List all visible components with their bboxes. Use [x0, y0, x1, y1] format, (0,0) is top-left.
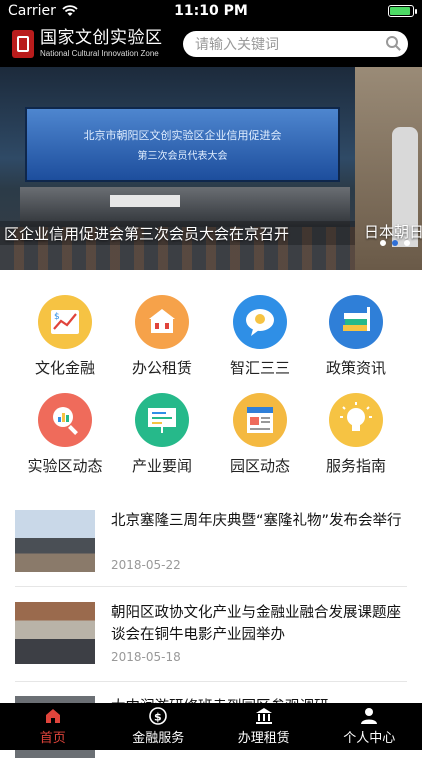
- news-date: 2018-05-18: [111, 650, 181, 664]
- news-divider: [15, 586, 407, 587]
- news-thumbnail[interactable]: [15, 510, 95, 572]
- app-header: 国家文创实验区 National Cultural Innovation Zon…: [0, 22, 422, 67]
- magnifier-chart-icon: [38, 393, 92, 447]
- search-icon[interactable]: [386, 36, 398, 48]
- category-label: 产业要闻: [114, 455, 210, 476]
- category-park-news[interactable]: 园区动态: [212, 393, 308, 476]
- svg-text:$: $: [54, 312, 60, 322]
- carousel-dots[interactable]: [380, 240, 410, 246]
- projection-screen: 北京市朝阳区文创实验区企业信用促进会 第三次会员代表大会: [25, 107, 340, 182]
- logo-title: 国家文创实验区: [40, 30, 163, 47]
- banner-carousel[interactable]: 北京市朝阳区文创实验区企业信用促进会 第三次会员代表大会 区企业信用促进会第三次…: [0, 67, 422, 270]
- tab-label: 金融服务: [132, 727, 184, 746]
- logo-mark-icon: [12, 30, 34, 58]
- category-label: 实验区动态: [17, 455, 113, 476]
- presentation-board-icon: [135, 393, 189, 447]
- screen-subtitle: 第三次会员代表大会: [138, 147, 228, 162]
- banner-next-caption: 日本朝日: [364, 221, 422, 242]
- carousel-dot[interactable]: [380, 240, 386, 246]
- search-placeholder: 请输入关键词: [195, 34, 279, 54]
- news-divider: [15, 681, 407, 682]
- office-building-icon: [135, 295, 189, 349]
- logo-subtitle: National Cultural Innovation Zone: [40, 50, 163, 58]
- status-bar: Carrier 11:10 PM: [0, 0, 422, 22]
- tab-leasing[interactable]: 办理租赁: [211, 703, 317, 750]
- home-icon: [44, 707, 62, 725]
- news-thumbnail[interactable]: [15, 602, 95, 664]
- tab-finance-service[interactable]: $ 金融服务: [106, 703, 212, 750]
- category-label: 文化金融: [17, 357, 113, 378]
- screen-title: 北京市朝阳区文创实验区企业信用促进会: [84, 127, 282, 143]
- newspaper-icon: [233, 393, 287, 447]
- news-title[interactable]: 北京塞隆三周年庆典暨“塞隆礼物”发布会举行: [111, 510, 406, 532]
- category-zone-news[interactable]: 实验区动态: [17, 393, 113, 476]
- category-think-tank[interactable]: 智汇三三: [212, 295, 308, 378]
- battery-level: [390, 7, 410, 15]
- bank-building-icon: [255, 707, 273, 725]
- tab-label: 办理租赁: [238, 727, 290, 746]
- finance-chart-icon: $: [38, 295, 92, 349]
- battery-icon: [388, 5, 414, 17]
- category-label: 智汇三三: [212, 357, 308, 378]
- news-title[interactable]: 朝阳区政协文化产业与金融业融合发展课题座谈会在铜牛电影产业园举办: [111, 602, 406, 646]
- carousel-dot[interactable]: [404, 240, 410, 246]
- category-label: 服务指南: [308, 455, 404, 476]
- category-office[interactable]: 办公租赁: [114, 295, 210, 378]
- news-date: 2018-05-22: [111, 558, 181, 572]
- svg-text:$: $: [154, 711, 162, 724]
- search-input[interactable]: 请输入关键词: [183, 31, 408, 57]
- category-service-guide[interactable]: 服务指南: [308, 393, 404, 476]
- category-policy[interactable]: 政策资讯: [308, 295, 404, 378]
- stage-table: [110, 195, 180, 207]
- person-icon: [360, 707, 378, 725]
- books-icon: [329, 295, 383, 349]
- category-label: 政策资讯: [308, 357, 404, 378]
- tab-bar: 首页 $ 金融服务 办理租赁 个人中心: [0, 703, 422, 750]
- lightbulb-chat-icon: [233, 295, 287, 349]
- carousel-dot[interactable]: [392, 240, 398, 246]
- category-label: 园区动态: [212, 455, 308, 476]
- tab-label: 首页: [40, 727, 66, 746]
- status-time: 11:10 PM: [0, 3, 422, 19]
- tab-label: 个人中心: [343, 727, 395, 746]
- banner-caption: 区企业信用促进会第三次会员大会在京召开: [0, 221, 355, 245]
- tab-home[interactable]: 首页: [0, 703, 106, 750]
- logo: 国家文创实验区 National Cultural Innovation Zon…: [12, 30, 163, 58]
- lightbulb-icon: [329, 393, 383, 447]
- dollar-circle-icon: $: [149, 707, 167, 725]
- category-label: 办公租赁: [114, 357, 210, 378]
- category-finance[interactable]: $ 文化金融: [17, 295, 113, 378]
- category-industry-news[interactable]: 产业要闻: [114, 393, 210, 476]
- tab-profile[interactable]: 个人中心: [317, 703, 422, 750]
